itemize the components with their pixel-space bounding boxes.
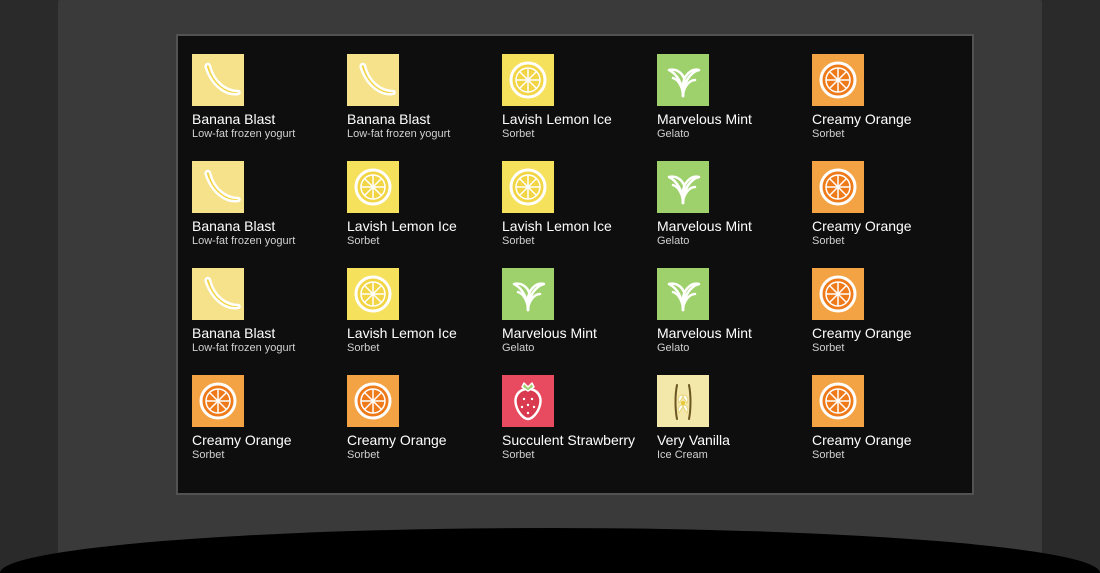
flavor-title: Creamy Orange bbox=[812, 432, 967, 448]
flavor-subtitle: Sorbet bbox=[502, 235, 657, 247]
flavor-subtitle: Gelato bbox=[657, 235, 812, 247]
flavor-subtitle: Gelato bbox=[502, 342, 657, 354]
lemon-icon bbox=[347, 161, 399, 213]
flavor-title: Marvelous Mint bbox=[657, 218, 812, 234]
flavor-title: Marvelous Mint bbox=[657, 111, 812, 127]
flavor-subtitle: Sorbet bbox=[812, 342, 967, 354]
flavor-tile[interactable]: Very VanillaIce Cream bbox=[657, 375, 812, 480]
orange-icon bbox=[812, 161, 864, 213]
flavor-subtitle: Sorbet bbox=[812, 449, 967, 461]
flavor-title: Creamy Orange bbox=[812, 111, 967, 127]
banana-icon bbox=[347, 54, 399, 106]
orange-icon bbox=[192, 375, 244, 427]
flavor-tile[interactable]: Marvelous MintGelato bbox=[657, 161, 812, 266]
orange-icon bbox=[812, 375, 864, 427]
flavor-grid: Banana BlastLow-fat frozen yogurtBanana … bbox=[192, 54, 962, 480]
orange-icon bbox=[812, 54, 864, 106]
flavor-tile[interactable]: Creamy OrangeSorbet bbox=[192, 375, 347, 480]
flavor-subtitle: Ice Cream bbox=[657, 449, 812, 461]
flavor-tile[interactable]: Creamy OrangeSorbet bbox=[812, 54, 967, 159]
orange-icon bbox=[347, 375, 399, 427]
flavor-subtitle: Sorbet bbox=[502, 449, 657, 461]
flavor-tile[interactable]: Marvelous MintGelato bbox=[657, 54, 812, 159]
flavor-title: Succulent Strawberry bbox=[502, 432, 657, 448]
flavor-title: Marvelous Mint bbox=[657, 325, 812, 341]
flavor-tile[interactable]: Banana BlastLow-fat frozen yogurt bbox=[347, 54, 502, 159]
mint-icon bbox=[657, 54, 709, 106]
flavor-title: Marvelous Mint bbox=[502, 325, 657, 341]
flavor-title: Banana Blast bbox=[192, 218, 347, 234]
flavor-tile[interactable]: Banana BlastLow-fat frozen yogurt bbox=[192, 161, 347, 266]
flavor-subtitle: Sorbet bbox=[502, 128, 657, 140]
flavor-title: Creamy Orange bbox=[192, 432, 347, 448]
flavor-subtitle: Low-fat frozen yogurt bbox=[347, 128, 502, 140]
mint-icon bbox=[657, 161, 709, 213]
flavor-title: Creamy Orange bbox=[812, 218, 967, 234]
mint-icon bbox=[502, 268, 554, 320]
banana-icon bbox=[192, 161, 244, 213]
flavor-tile[interactable]: Lavish Lemon IceSorbet bbox=[502, 161, 657, 266]
flavor-subtitle: Sorbet bbox=[812, 235, 967, 247]
flavor-tile[interactable]: Creamy OrangeSorbet bbox=[812, 161, 967, 266]
flavor-title: Lavish Lemon Ice bbox=[347, 325, 502, 341]
flavor-subtitle: Low-fat frozen yogurt bbox=[192, 342, 347, 354]
banana-icon bbox=[192, 268, 244, 320]
flavor-tile[interactable]: Banana BlastLow-fat frozen yogurt bbox=[192, 54, 347, 159]
flavor-title: Lavish Lemon Ice bbox=[502, 111, 657, 127]
flavor-subtitle: Low-fat frozen yogurt bbox=[192, 128, 347, 140]
flavor-subtitle: Sorbet bbox=[347, 235, 502, 247]
vanilla-icon bbox=[657, 375, 709, 427]
flavor-tile[interactable]: Creamy OrangeSorbet bbox=[812, 375, 967, 480]
flavor-subtitle: Sorbet bbox=[192, 449, 347, 461]
flavor-subtitle: Sorbet bbox=[347, 449, 502, 461]
flavor-subtitle: Sorbet bbox=[812, 128, 967, 140]
flavor-title: Very Vanilla bbox=[657, 432, 812, 448]
flavor-subtitle: Sorbet bbox=[347, 342, 502, 354]
strawberry-icon bbox=[502, 375, 554, 427]
flavor-tile[interactable]: Lavish Lemon IceSorbet bbox=[347, 161, 502, 266]
flavor-tile[interactable]: Marvelous MintGelato bbox=[657, 268, 812, 373]
flavor-tile[interactable]: Succulent StrawberrySorbet bbox=[502, 375, 657, 480]
banana-icon bbox=[192, 54, 244, 106]
orange-icon bbox=[812, 268, 864, 320]
flavor-title: Creamy Orange bbox=[812, 325, 967, 341]
flavor-tile[interactable]: Banana BlastLow-fat frozen yogurt bbox=[192, 268, 347, 373]
flavor-title: Banana Blast bbox=[192, 325, 347, 341]
flavor-subtitle: Low-fat frozen yogurt bbox=[192, 235, 347, 247]
flavor-tile[interactable]: Lavish Lemon IceSorbet bbox=[502, 54, 657, 159]
flavor-tile[interactable]: Lavish Lemon IceSorbet bbox=[347, 268, 502, 373]
flavor-title: Banana Blast bbox=[192, 111, 347, 127]
flavor-tile[interactable]: Creamy OrangeSorbet bbox=[812, 268, 967, 373]
flavor-title: Banana Blast bbox=[347, 111, 502, 127]
flavor-subtitle: Gelato bbox=[657, 342, 812, 354]
flavor-tile[interactable]: Creamy OrangeSorbet bbox=[347, 375, 502, 480]
flavor-title: Lavish Lemon Ice bbox=[347, 218, 502, 234]
lemon-icon bbox=[347, 268, 399, 320]
flavor-subtitle: Gelato bbox=[657, 128, 812, 140]
flavor-title: Creamy Orange bbox=[347, 432, 502, 448]
flavor-title: Lavish Lemon Ice bbox=[502, 218, 657, 234]
app-screen: Banana BlastLow-fat frozen yogurtBanana … bbox=[176, 34, 974, 495]
lemon-icon bbox=[502, 161, 554, 213]
flavor-tile[interactable]: Marvelous MintGelato bbox=[502, 268, 657, 373]
mint-icon bbox=[657, 268, 709, 320]
lemon-icon bbox=[502, 54, 554, 106]
